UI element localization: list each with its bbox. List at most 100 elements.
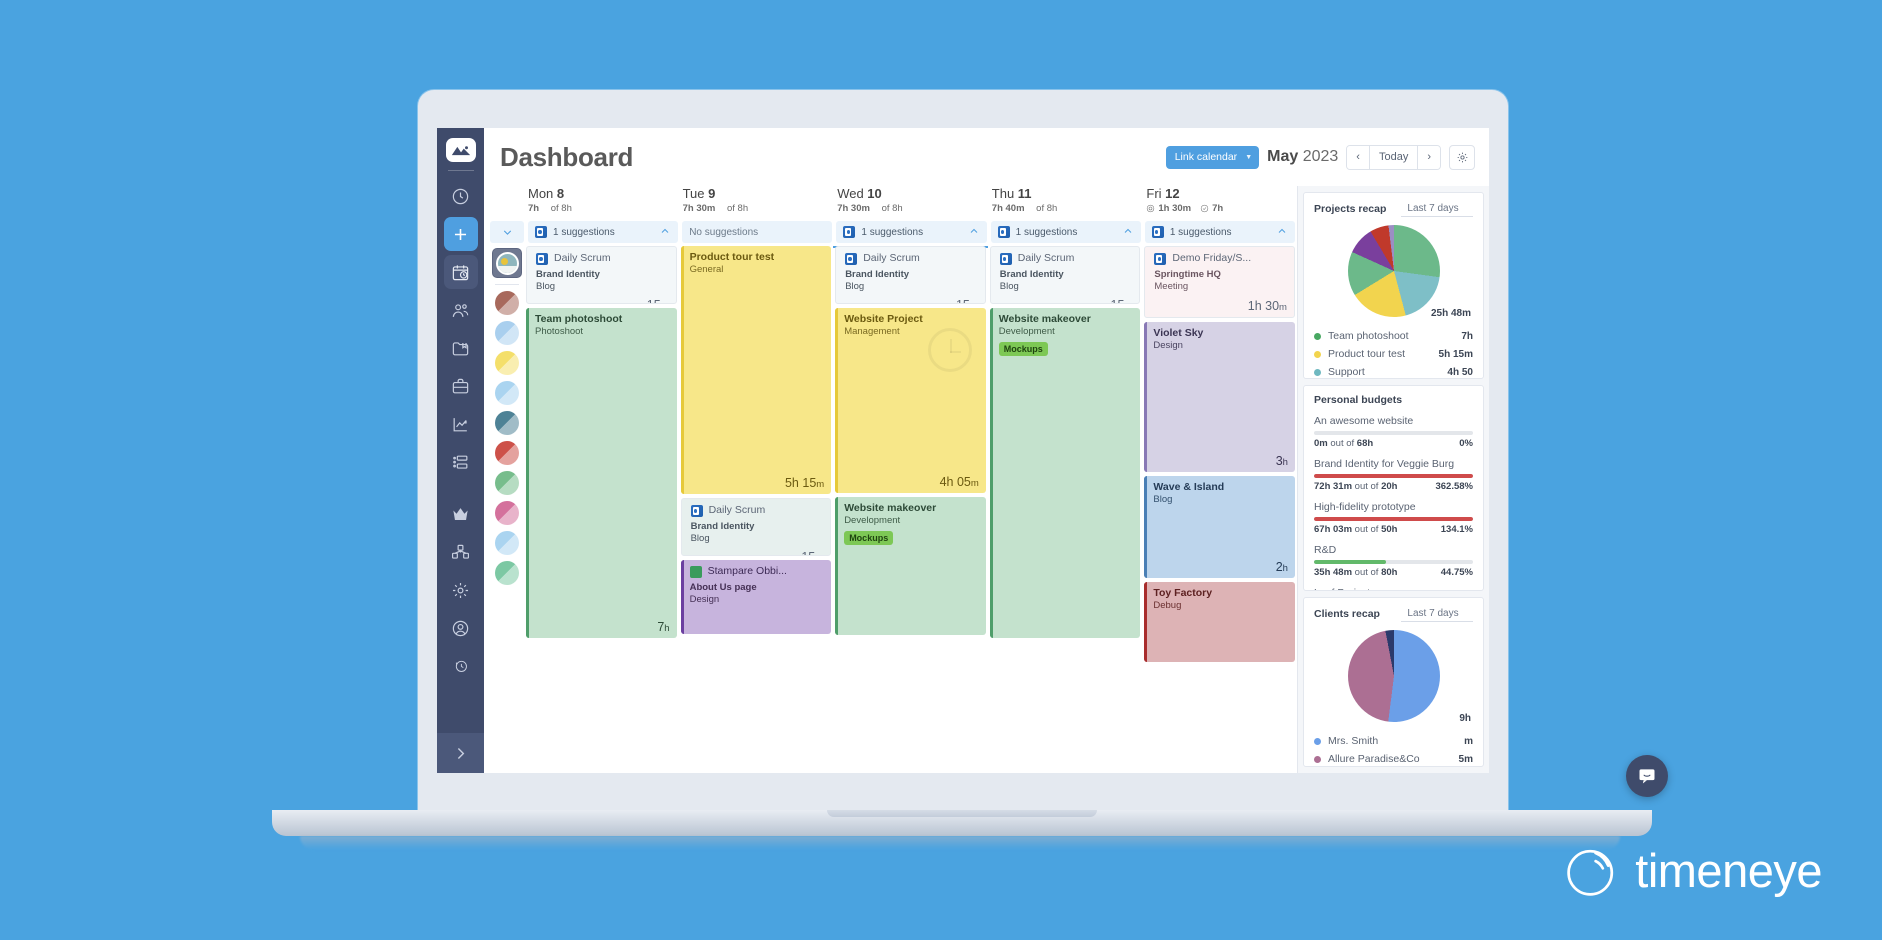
link-calendar-label: Link calendar	[1174, 151, 1238, 163]
event-color-bar	[680, 560, 684, 634]
calendar-event[interactable]: Demo Friday/S... Springtime HQ Meeting 1h 3…	[1144, 246, 1295, 318]
link-calendar-button[interactable]: Link calendar ▼	[1165, 145, 1260, 169]
budget-item[interactable]: Brand Identity for Veggie Burg 72h 31m o…	[1314, 458, 1473, 492]
day-header-thu: Thu 11 7h 40m of 8h	[988, 186, 1143, 214]
calendar-event[interactable]: Violet Sky Design 3h	[1144, 322, 1295, 472]
expand-rail-button[interactable]	[437, 733, 484, 773]
budget-item[interactable]: R&D 35h 48m out of 80h 44.75%	[1314, 544, 1473, 578]
user-icon[interactable]	[444, 611, 478, 645]
user-color-dot[interactable]	[495, 471, 519, 495]
budget-item[interactable]: An awesome website 0m out of 68h 0%	[1314, 415, 1473, 449]
timeneye-logo[interactable]	[445, 138, 476, 162]
projects-legend-row: Team photoshoot 7h	[1314, 327, 1473, 345]
suggestions-collapse-toggle[interactable]	[490, 221, 524, 243]
user-color-dot[interactable]	[495, 321, 519, 345]
gear-icon[interactable]	[444, 573, 478, 607]
history-icon[interactable]	[447, 652, 474, 679]
avatar[interactable]	[492, 248, 522, 278]
event-title: Stampare Obbi...	[707, 565, 787, 577]
day-column: Product tour test General 5h 15m Daily Scr…	[679, 246, 834, 773]
legend-color-dot	[1314, 368, 1321, 376]
calendar-event[interactable]: Daily Scrum Brand IdentityBlog15m	[989, 246, 1141, 304]
plus-icon[interactable]	[443, 217, 478, 251]
avatar-column	[490, 246, 524, 773]
user-color-dot[interactable]	[495, 501, 519, 525]
event-project: Brand Identity	[999, 269, 1064, 281]
event-duration: 15m	[536, 294, 669, 303]
calendar-event[interactable]: Toy Factory Debug	[1144, 582, 1295, 662]
timeneye-mark-icon	[1567, 849, 1614, 896]
chevron-up-icon[interactable]	[968, 225, 980, 240]
briefcase-icon[interactable]	[444, 369, 478, 403]
day-name: Wed 10	[837, 186, 882, 201]
suggestions-cell[interactable]: No suggestions	[682, 221, 833, 243]
clients-recap-range-select[interactable]: Last 7 days	[1401, 606, 1473, 623]
crown-icon[interactable]	[444, 497, 478, 531]
budget-total: 50h	[1381, 523, 1398, 535]
calendar-event[interactable]: Daily Scrum Brand IdentityBlog15m	[835, 246, 986, 304]
today-button[interactable]: Today	[1368, 145, 1418, 169]
chat-bubble-icon[interactable]	[1626, 755, 1668, 797]
legend-label: Mrs. Smith	[1328, 735, 1379, 748]
event-title: Daily Scrum	[708, 504, 766, 516]
calendar-event[interactable]: Stampare Obbi... About Us page Design	[680, 560, 832, 634]
event-color-bar	[1144, 582, 1148, 662]
gear-icon[interactable]	[1449, 144, 1475, 170]
projects-recap-range-select[interactable]: Last 7 days	[1401, 201, 1473, 217]
chevron-up-icon[interactable]	[659, 225, 671, 240]
calendar-icon[interactable]	[443, 255, 478, 289]
calendar-event[interactable]: Website makeover Development Mockups	[989, 308, 1141, 638]
people-icon[interactable]	[444, 293, 478, 327]
budget-used: 72h 31m	[1314, 480, 1353, 492]
calendar-event[interactable]: Daily Scrum Brand IdentityBlog15m	[526, 246, 677, 304]
calendar-event[interactable]: Product tour test General 5h 15m	[680, 246, 832, 494]
budget-outof-label: out of	[1354, 523, 1379, 535]
event-project: Brand Identity	[536, 269, 600, 281]
event-title: Team photoshoot	[535, 313, 623, 325]
timer-icon[interactable]	[444, 179, 478, 213]
chevron-up-icon[interactable]	[1122, 225, 1134, 240]
event-color-bar	[1145, 247, 1148, 317]
suggestions-cell[interactable]: 1 suggestions	[990, 221, 1141, 243]
prev-week-button[interactable]: ‹	[1347, 145, 1369, 169]
calendar-event[interactable]: Team photoshoot Photoshoot 7h	[526, 308, 677, 638]
calendar-event[interactable]: Daily Scrum Brand IdentityBlog15m	[680, 498, 832, 556]
user-color-dot[interactable]	[495, 411, 519, 435]
chart-icon[interactable]	[444, 407, 478, 441]
folder-icon[interactable]	[444, 331, 478, 365]
personal-budgets-list: An awesome website 0m out of 68h 0% Brand…	[1314, 415, 1473, 591]
cubes-icon[interactable]	[444, 535, 478, 569]
budget-name: Leaf Project	[1314, 587, 1473, 591]
projects-recap-legend: Team photoshoot 7h Product tour test 5h …	[1314, 327, 1473, 378]
user-color-dot[interactable]	[495, 381, 519, 405]
event-tag[interactable]: Mockups	[998, 342, 1048, 357]
event-project: Development	[844, 515, 901, 527]
user-color-dot[interactable]	[495, 291, 519, 315]
budget-used: 67h 03m	[1314, 523, 1353, 535]
next-week-button[interactable]: ›	[1417, 145, 1440, 169]
list-icon[interactable]	[444, 445, 478, 479]
budget-outof-label: out of	[1354, 566, 1379, 578]
day-tracked-meta: 7h 30m of 8h	[837, 203, 903, 214]
budget-item[interactable]: Leaf Project	[1314, 587, 1473, 591]
chevron-up-icon[interactable]	[1276, 225, 1288, 240]
calendar-event[interactable]: Website Project Management 4h 05m	[835, 308, 986, 493]
calendar-area: Mon 8 7h of 8h Tue 9 7h 30m of 8h Wed 10 7…	[484, 186, 1489, 773]
calendar-event[interactable]: Website makeover Development Mockups	[835, 497, 986, 635]
suggestions-cell[interactable]: 1 suggestions	[836, 221, 987, 243]
month-label: May 2023	[1267, 148, 1338, 166]
day-column: Daily Scrum Brand IdentityBlog15m Website …	[833, 246, 988, 773]
event-tag[interactable]: Mockups	[844, 531, 894, 546]
projects-recap-card: Projects recap Last 7 days 25h 48m Team …	[1303, 192, 1484, 379]
personal-budgets-title: Personal budgets	[1314, 393, 1403, 406]
budget-item[interactable]: High-fidelity prototype 67h 03m out of 5…	[1314, 501, 1473, 535]
user-color-dot[interactable]	[495, 441, 519, 465]
suggestions-cell[interactable]: 1 suggestions	[528, 221, 679, 243]
user-color-dot[interactable]	[495, 531, 519, 555]
user-color-dot[interactable]	[495, 351, 519, 375]
user-color-dot[interactable]	[495, 561, 519, 585]
suggestions-cell[interactable]: 1 suggestions	[1144, 221, 1296, 243]
calendar-event[interactable]: Wave & Island Blog 2h	[1144, 476, 1295, 578]
event-title: Product tour test	[689, 251, 775, 263]
event-project: Photoshoot	[535, 326, 584, 338]
